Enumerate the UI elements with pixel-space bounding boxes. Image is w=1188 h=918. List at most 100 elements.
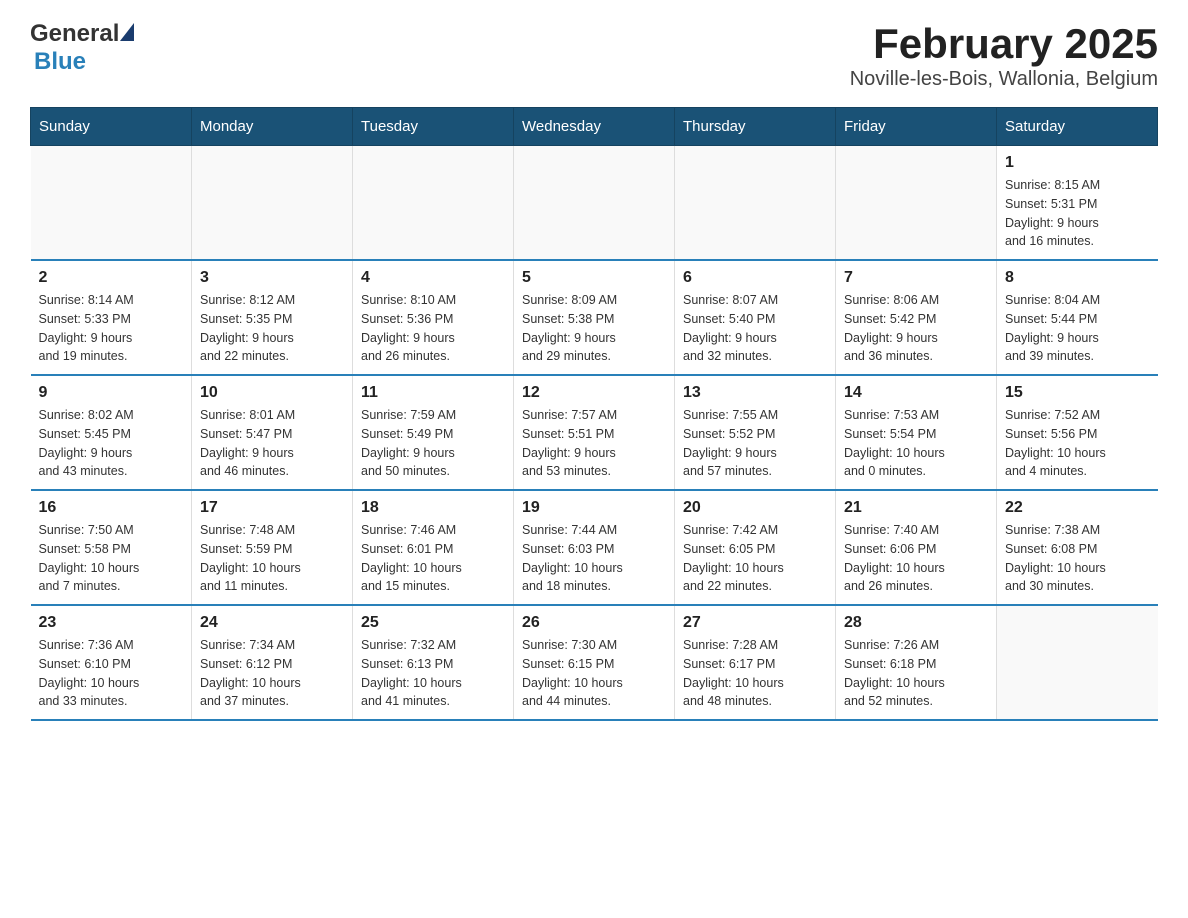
day-number: 16 xyxy=(39,499,184,517)
day-number: 1 xyxy=(1005,154,1150,172)
day-info: Sunrise: 8:01 AM Sunset: 5:47 PM Dayligh… xyxy=(200,406,344,481)
day-number: 25 xyxy=(361,614,505,632)
calendar-cell: 19 Sunrise: 7:44 AM Sunset: 6:03 PM Dayli… xyxy=(514,490,675,605)
day-info: Sunrise: 8:02 AM Sunset: 5:45 PM Dayligh… xyxy=(39,406,184,481)
day-of-week-header: Saturday xyxy=(997,108,1158,146)
calendar-cell: 9 Sunrise: 8:02 AM Sunset: 5:45 PM Daylig… xyxy=(31,375,192,490)
calendar-cell: 11 Sunrise: 7:59 AM Sunset: 5:49 PM Dayli… xyxy=(353,375,514,490)
day-info: Sunrise: 7:50 AM Sunset: 5:58 PM Dayligh… xyxy=(39,521,184,596)
calendar-cell: 14Sunrise: 7:53 AM Sunset: 5:54 PM Dayli… xyxy=(836,375,997,490)
calendar-cell xyxy=(31,146,192,261)
day-number: 19 xyxy=(522,499,666,517)
day-info: Sunrise: 7:28 AM Sunset: 6:17 PM Dayligh… xyxy=(683,636,827,711)
day-of-week-header: Sunday xyxy=(31,108,192,146)
day-info: Sunrise: 7:53 AM Sunset: 5:54 PM Dayligh… xyxy=(844,406,988,481)
day-info: Sunrise: 7:42 AM Sunset: 6:05 PM Dayligh… xyxy=(683,521,827,596)
calendar-cell: 17 Sunrise: 7:48 AM Sunset: 5:59 PM Dayli… xyxy=(192,490,353,605)
day-info: Sunrise: 8:06 AM Sunset: 5:42 PM Dayligh… xyxy=(844,291,988,366)
day-info: Sunrise: 8:10 AM Sunset: 5:36 PM Dayligh… xyxy=(361,291,505,366)
day-number: 4 xyxy=(361,269,505,287)
day-number: 13 xyxy=(683,384,827,402)
calendar-cell: 28Sunrise: 7:26 AM Sunset: 6:18 PM Dayli… xyxy=(836,605,997,720)
calendar-cell: 16 Sunrise: 7:50 AM Sunset: 5:58 PM Dayli… xyxy=(31,490,192,605)
calendar-cell: 27 Sunrise: 7:28 AM Sunset: 6:17 PM Dayli… xyxy=(675,605,836,720)
calendar-week-row: 9 Sunrise: 8:02 AM Sunset: 5:45 PM Daylig… xyxy=(31,375,1158,490)
calendar-cell: 7 Sunrise: 8:06 AM Sunset: 5:42 PM Daylig… xyxy=(836,260,997,375)
calendar-cell: 26Sunrise: 7:30 AM Sunset: 6:15 PM Dayli… xyxy=(514,605,675,720)
day-info: Sunrise: 7:46 AM Sunset: 6:01 PM Dayligh… xyxy=(361,521,505,596)
title-block: February 2025 Noville-les-Bois, Wallonia… xyxy=(850,20,1158,91)
day-number: 28 xyxy=(844,614,988,632)
day-info: Sunrise: 7:34 AM Sunset: 6:12 PM Dayligh… xyxy=(200,636,344,711)
day-number: 12 xyxy=(522,384,666,402)
day-number: 9 xyxy=(39,384,184,402)
calendar-body: 1 Sunrise: 8:15 AM Sunset: 5:31 PM Daylig… xyxy=(31,146,1158,721)
calendar-cell: 8Sunrise: 8:04 AM Sunset: 5:44 PM Daylig… xyxy=(997,260,1158,375)
calendar-cell: 18 Sunrise: 7:46 AM Sunset: 6:01 PM Dayli… xyxy=(353,490,514,605)
calendar-cell: 22 Sunrise: 7:38 AM Sunset: 6:08 PM Dayli… xyxy=(997,490,1158,605)
day-info: Sunrise: 7:30 AM Sunset: 6:15 PM Dayligh… xyxy=(522,636,666,711)
day-info: Sunrise: 7:57 AM Sunset: 5:51 PM Dayligh… xyxy=(522,406,666,481)
day-number: 21 xyxy=(844,499,988,517)
calendar-cell: 25 Sunrise: 7:32 AM Sunset: 6:13 PM Dayli… xyxy=(353,605,514,720)
day-number: 5 xyxy=(522,269,666,287)
day-info: Sunrise: 7:59 AM Sunset: 5:49 PM Dayligh… xyxy=(361,406,505,481)
day-number: 2 xyxy=(39,269,184,287)
day-info: Sunrise: 7:32 AM Sunset: 6:13 PM Dayligh… xyxy=(361,636,505,711)
logo-general-text: General xyxy=(30,20,119,48)
day-number: 22 xyxy=(1005,499,1150,517)
logo-blue-text: Blue xyxy=(34,48,135,76)
calendar-cell: 12 Sunrise: 7:57 AM Sunset: 5:51 PM Dayli… xyxy=(514,375,675,490)
day-info: Sunrise: 7:40 AM Sunset: 6:06 PM Dayligh… xyxy=(844,521,988,596)
day-of-week-header: Wednesday xyxy=(514,108,675,146)
day-number: 6 xyxy=(683,269,827,287)
day-number: 24 xyxy=(200,614,344,632)
calendar-cell: 13 Sunrise: 7:55 AM Sunset: 5:52 PM Dayli… xyxy=(675,375,836,490)
calendar-cell: 20Sunrise: 7:42 AM Sunset: 6:05 PM Dayli… xyxy=(675,490,836,605)
day-info: Sunrise: 7:36 AM Sunset: 6:10 PM Dayligh… xyxy=(39,636,184,711)
day-of-week-header: Monday xyxy=(192,108,353,146)
calendar-cell: 5Sunrise: 8:09 AM Sunset: 5:38 PM Daylig… xyxy=(514,260,675,375)
day-number: 17 xyxy=(200,499,344,517)
day-number: 23 xyxy=(39,614,184,632)
calendar-week-row: 16 Sunrise: 7:50 AM Sunset: 5:58 PM Dayli… xyxy=(31,490,1158,605)
calendar-cell: 15Sunrise: 7:52 AM Sunset: 5:56 PM Dayli… xyxy=(997,375,1158,490)
day-info: Sunrise: 8:07 AM Sunset: 5:40 PM Dayligh… xyxy=(683,291,827,366)
calendar-cell: 1 Sunrise: 8:15 AM Sunset: 5:31 PM Daylig… xyxy=(997,146,1158,261)
calendar-cell xyxy=(836,146,997,261)
day-info: Sunrise: 8:04 AM Sunset: 5:44 PM Dayligh… xyxy=(1005,291,1150,366)
calendar-week-row: 23 Sunrise: 7:36 AM Sunset: 6:10 PM Dayli… xyxy=(31,605,1158,720)
calendar-table: SundayMondayTuesdayWednesdayThursdayFrid… xyxy=(30,107,1158,721)
day-info: Sunrise: 8:15 AM Sunset: 5:31 PM Dayligh… xyxy=(1005,176,1150,251)
calendar-cell xyxy=(997,605,1158,720)
day-info: Sunrise: 7:52 AM Sunset: 5:56 PM Dayligh… xyxy=(1005,406,1150,481)
day-number: 11 xyxy=(361,384,505,402)
day-number: 18 xyxy=(361,499,505,517)
calendar-cell: 2 Sunrise: 8:14 AM Sunset: 5:33 PM Daylig… xyxy=(31,260,192,375)
calendar-cell xyxy=(514,146,675,261)
day-of-week-header: Thursday xyxy=(675,108,836,146)
calendar-cell: 24 Sunrise: 7:34 AM Sunset: 6:12 PM Dayli… xyxy=(192,605,353,720)
day-of-week-header: Friday xyxy=(836,108,997,146)
calendar-cell: 23 Sunrise: 7:36 AM Sunset: 6:10 PM Dayli… xyxy=(31,605,192,720)
day-info: Sunrise: 7:44 AM Sunset: 6:03 PM Dayligh… xyxy=(522,521,666,596)
calendar-week-row: 2 Sunrise: 8:14 AM Sunset: 5:33 PM Daylig… xyxy=(31,260,1158,375)
page-header: General Blue February 2025 Noville-les-B… xyxy=(30,20,1158,91)
calendar-cell xyxy=(353,146,514,261)
calendar-header: SundayMondayTuesdayWednesdayThursdayFrid… xyxy=(31,108,1158,146)
day-number: 7 xyxy=(844,269,988,287)
day-info: Sunrise: 7:48 AM Sunset: 5:59 PM Dayligh… xyxy=(200,521,344,596)
day-of-week-header: Tuesday xyxy=(353,108,514,146)
day-number: 3 xyxy=(200,269,344,287)
day-number: 27 xyxy=(683,614,827,632)
calendar-cell: 3Sunrise: 8:12 AM Sunset: 5:35 PM Daylig… xyxy=(192,260,353,375)
day-number: 10 xyxy=(200,384,344,402)
day-info: Sunrise: 8:14 AM Sunset: 5:33 PM Dayligh… xyxy=(39,291,184,366)
day-info: Sunrise: 7:55 AM Sunset: 5:52 PM Dayligh… xyxy=(683,406,827,481)
day-info: Sunrise: 7:38 AM Sunset: 6:08 PM Dayligh… xyxy=(1005,521,1150,596)
calendar-week-row: 1 Sunrise: 8:15 AM Sunset: 5:31 PM Daylig… xyxy=(31,146,1158,261)
calendar-cell: 6 Sunrise: 8:07 AM Sunset: 5:40 PM Daylig… xyxy=(675,260,836,375)
days-of-week-row: SundayMondayTuesdayWednesdayThursdayFrid… xyxy=(31,108,1158,146)
calendar-cell: 4 Sunrise: 8:10 AM Sunset: 5:36 PM Daylig… xyxy=(353,260,514,375)
logo: General Blue xyxy=(30,20,135,76)
